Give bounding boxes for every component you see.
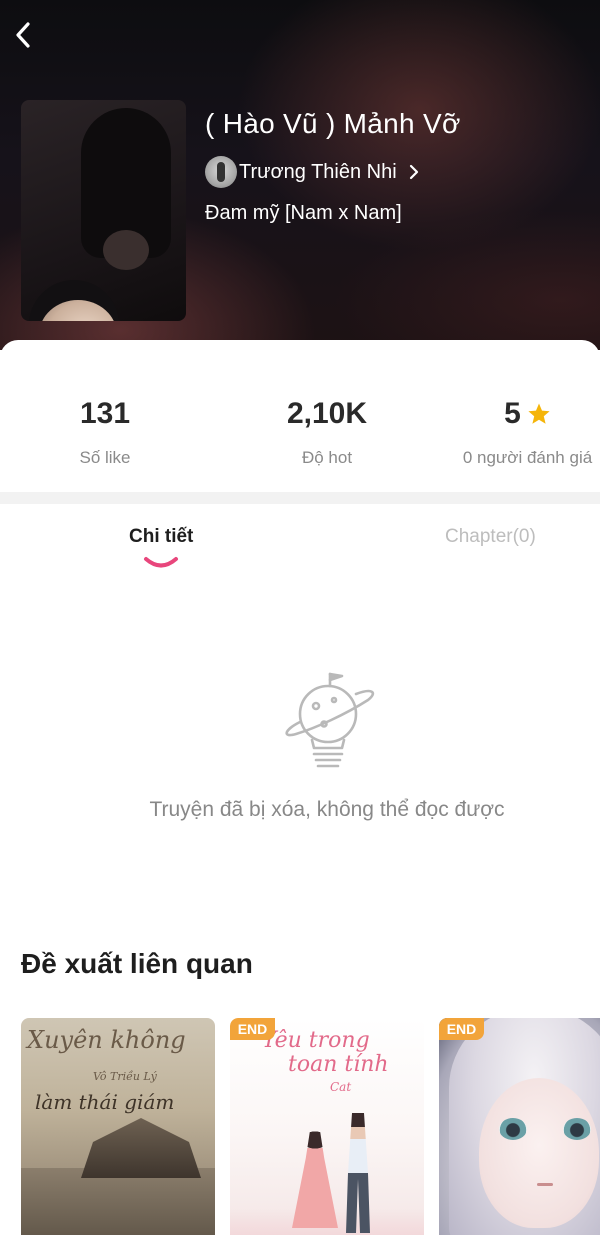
rating-label: 0 người đánh giá <box>462 448 593 467</box>
stat-likes: 131 Số like <box>5 396 205 468</box>
hot-label: Độ hot <box>301 448 353 467</box>
related-section-title: Đề xuất liên quan <box>21 948 253 979</box>
story-cover-image <box>21 100 186 321</box>
story-title: ( Hào Vũ ) Mảnh Vỡ <box>205 108 461 139</box>
stat-rating: 5 0 người đánh giá <box>440 396 600 468</box>
cover-title: Yêu trong <box>262 1028 370 1053</box>
rating-value: 5 <box>504 397 521 430</box>
author-link[interactable]: Trương Thiên Nhi <box>205 156 419 188</box>
cover-small-text: Cat <box>330 1080 352 1094</box>
empty-state-message: Truyện đã bị xóa, không thể đọc được <box>149 798 505 821</box>
stat-hot: 2,10K Độ hot <box>227 396 427 468</box>
cover-title: Xuyên không <box>27 1026 186 1054</box>
avatar <box>205 156 237 188</box>
cover-subtitle: toan tính <box>288 1052 389 1077</box>
stats-row: 131 Số like 2,10K Độ hot 5 0 người đánh … <box>0 340 600 492</box>
cover-subtitle: làm thái giám <box>35 1090 175 1114</box>
cover-author: Vô Triều Lý <box>93 1070 157 1083</box>
related-story-card[interactable]: Yêu trong toan tính Cat END <box>230 1018 424 1235</box>
tab-detail[interactable]: Chi tiết <box>129 526 193 548</box>
tab-chapter[interactable]: Chapter(0) <box>445 526 536 548</box>
active-tab-indicator <box>144 557 178 568</box>
end-badge: END <box>439 1018 484 1040</box>
chevron-right-icon <box>409 164 419 180</box>
story-header: ( Hào Vũ ) Mảnh Vỡ Trương Thiên Nhi Đam … <box>0 0 600 350</box>
section-divider <box>0 492 600 504</box>
author-name: Trương Thiên Nhi <box>239 160 397 183</box>
star-icon <box>527 402 551 426</box>
end-badge: END <box>230 1018 275 1040</box>
related-list: Xuyên không Vô Triều Lý làm thái giám Yê… <box>0 1018 600 1235</box>
planet-lightbulb-icon <box>285 672 375 768</box>
related-story-card[interactable]: END <box>439 1018 600 1235</box>
story-genre: Đam mỹ [Nam x Nam] <box>205 202 402 224</box>
related-story-card[interactable]: Xuyên không Vô Triều Lý làm thái giám <box>21 1018 215 1235</box>
hot-value: 2,10K <box>286 397 368 430</box>
likes-label: Số like <box>79 448 131 467</box>
story-detail-card: 131 Số like 2,10K Độ hot 5 0 người đánh … <box>0 340 600 1235</box>
back-button[interactable] <box>6 18 40 52</box>
likes-value: 131 <box>79 397 131 430</box>
detail-tabs: Chi tiết Chapter(0) <box>0 504 600 574</box>
chevron-left-icon <box>16 22 30 48</box>
